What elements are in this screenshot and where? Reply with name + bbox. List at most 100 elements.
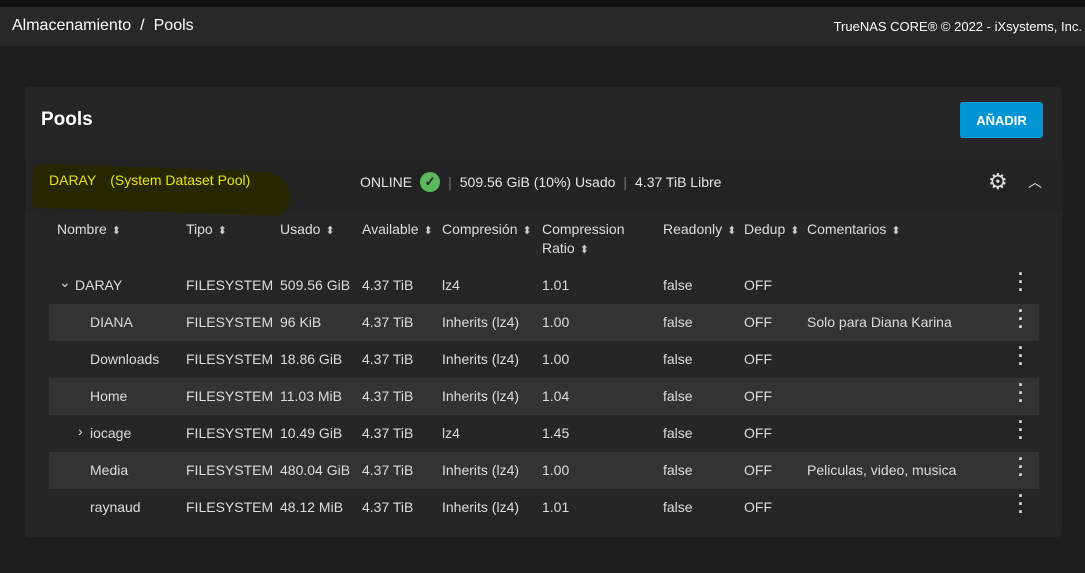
divider: | [623, 174, 628, 190]
cell-dedup: OFF [744, 425, 772, 441]
column-label: Compresión [442, 221, 518, 237]
pool-header: DARAY (System Dataset Pool) ONLINE ✓ | 50… [25, 160, 1062, 217]
sort-icon[interactable]: ⬍ [112, 225, 121, 237]
cell-ratio: 1.00 [542, 314, 570, 330]
column-label: Tipo [186, 221, 213, 237]
table-header: Nombre ⬍ Tipo ⬍ Usado ⬍ Available ⬍ Compresión ⬍ C… [25, 212, 1062, 272]
cell-type: FILESYSTEM [186, 499, 274, 515]
cell-available: 4.37 TiB [362, 388, 414, 404]
breadcrumb-separator: / [140, 17, 145, 34]
cell-used: 18.86 GiB [280, 351, 343, 367]
table-row[interactable]: Home FILESYSTEM 11.03 MiB 4.37 TiB Inherits … [49, 376, 1039, 415]
cell-ratio: 1.01 [542, 277, 570, 293]
more-vert-icon[interactable]: · · · [1017, 487, 1025, 521]
cell-dedup: OFF [744, 277, 772, 293]
cell-type: FILESYSTEM [186, 425, 274, 441]
cell-available: 4.37 TiB [362, 425, 414, 441]
page-header: Almacenamiento / Pools TrueNAS CORE® © 202… [0, 7, 1085, 47]
column-header-nombre[interactable]: Nombre ⬍ [57, 220, 121, 241]
table-row[interactable]: Media FILESYSTEM 480.04 GiB 4.37 TiB Inherit… [49, 450, 1039, 489]
table-row[interactable]: ⌄ DARAY FILESYSTEM 509.56 GiB 4.37 TiB lz4 1.0… [49, 265, 1039, 304]
more-vert-icon[interactable]: · · · [1017, 450, 1025, 484]
more-vert-icon[interactable]: · · · [1017, 265, 1025, 299]
cell-dedup: OFF [744, 314, 772, 330]
sort-icon[interactable]: ⬍ [424, 225, 433, 237]
pool-status: ONLINE ✓ | 509.56 GiB (10%) Usado | 4.37… [360, 172, 721, 192]
pool-name: DARAY (System Dataset Pool) [49, 172, 250, 188]
chevron-down-icon[interactable]: ⌄ [59, 274, 71, 291]
table-row[interactable]: › iocage FILESYSTEM 10.49 GiB 4.37 TiB lz4 1.4… [49, 413, 1039, 452]
column-label: Nombre [57, 221, 107, 237]
cell-readonly: false [663, 314, 693, 330]
cell-compression: lz4 [442, 425, 460, 441]
cell-readonly: false [663, 351, 693, 367]
sort-icon[interactable]: ⬍ [325, 225, 334, 237]
cell-used: 10.49 GiB [280, 425, 343, 441]
column-header-available[interactable]: Available ⬍ [362, 220, 433, 241]
column-label: Dedup [744, 221, 786, 237]
cell-readonly: false [663, 425, 693, 441]
pools-card: Pools AÑADIR DARAY (System Dataset Pool) … [25, 87, 1062, 537]
cell-readonly: false [663, 462, 693, 478]
more-vert-icon[interactable]: · · · [1017, 302, 1025, 336]
cell-ratio: 1.01 [542, 499, 570, 515]
divider: | [448, 174, 452, 190]
sort-icon[interactable]: ⬍ [580, 244, 589, 256]
cell-available: 4.37 TiB [362, 499, 414, 515]
column-label: Available [362, 221, 419, 237]
breadcrumb-storage[interactable]: Almacenamiento [12, 17, 131, 34]
more-vert-icon[interactable]: · · · [1017, 339, 1025, 373]
cell-compression: Inherits (lz4) [442, 351, 520, 367]
sort-icon[interactable]: ⬍ [218, 225, 227, 237]
cell-available: 4.37 TiB [362, 314, 414, 330]
column-header-readonly[interactable]: Readonly ⬍ [663, 220, 736, 241]
sort-icon[interactable]: ⬍ [522, 225, 531, 237]
check-circle-icon: ✓ [420, 172, 441, 192]
cell-available: 4.37 TiB [362, 462, 414, 478]
sort-icon[interactable]: ⬍ [727, 225, 736, 237]
cell-compression: lz4 [442, 277, 460, 293]
cell-type: FILESYSTEM [186, 388, 274, 404]
chevron-up-icon[interactable]: ︿ [1028, 172, 1042, 192]
column-label: Usado [280, 221, 321, 237]
cell-type: FILESYSTEM [186, 277, 274, 293]
add-button[interactable]: AÑADIR [960, 102, 1043, 138]
cell-name: raynaud [90, 499, 141, 515]
cell-name: DIANA [90, 314, 133, 330]
chevron-right-icon[interactable]: › [78, 423, 83, 439]
column-header-usado[interactable]: Usado ⬍ [280, 220, 335, 241]
column-header-tipo[interactable]: Tipo ⬍ [186, 220, 227, 241]
column-label: Readonly [663, 221, 723, 237]
pool-name-text: DARAY [49, 172, 97, 188]
column-header-compresión[interactable]: Compresión ⬍ [442, 220, 532, 241]
cell-readonly: false [663, 499, 693, 515]
cell-used: 48.12 MiB [280, 499, 344, 515]
cell-ratio: 1.04 [542, 388, 570, 404]
cell-compression: Inherits (lz4) [442, 314, 520, 330]
cell-used: 509.56 GiB [280, 277, 351, 293]
more-vert-icon[interactable]: · · · [1017, 376, 1025, 410]
breadcrumb-pools: Pools [153, 17, 194, 34]
column-header-comentarios[interactable]: Comentarios ⬍ [807, 220, 901, 241]
cell-used: 11.03 MiB [280, 388, 342, 404]
column-header-dedup[interactable]: Dedup ⬍ [744, 220, 799, 241]
cell-name: DARAY [75, 277, 123, 293]
top-strip [0, 0, 1085, 7]
more-vert-icon[interactable]: · · · [1017, 413, 1025, 447]
cell-name: iocage [90, 425, 132, 441]
pool-free: 4.37 TiB Libre [635, 174, 722, 190]
copyright: TrueNAS CORE® © 2022 - iXsystems, Inc. [833, 19, 1082, 34]
breadcrumb: Almacenamiento / Pools [12, 17, 194, 35]
column-header-compression-ratio[interactable]: Compression Ratio ⬍ [542, 220, 642, 260]
pool-tag: (System Dataset Pool) [110, 172, 251, 188]
sort-icon[interactable]: ⬍ [790, 225, 799, 237]
cell-used: 480.04 GiB [280, 462, 351, 478]
table-row[interactable]: raynaud FILESYSTEM 48.12 MiB 4.37 TiB Inheri… [49, 487, 1039, 526]
cell-type: FILESYSTEM [186, 462, 274, 478]
cell-dedup: OFF [744, 499, 772, 515]
cell-available: 4.37 TiB [362, 351, 414, 367]
table-row[interactable]: Downloads FILESYSTEM 18.86 GiB 4.37 TiB Inhe… [49, 339, 1039, 378]
sort-icon[interactable]: ⬍ [891, 225, 900, 237]
table-row[interactable]: DIANA FILESYSTEM 96 KiB 4.37 TiB Inherits (l… [49, 302, 1039, 341]
gear-icon[interactable]: ⚙ [988, 169, 1008, 195]
